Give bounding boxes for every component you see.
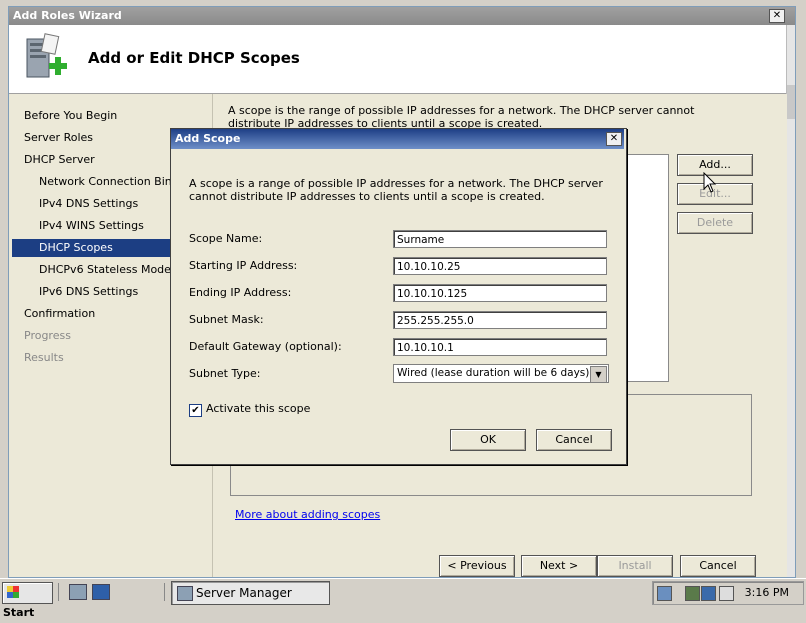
clock[interactable]: 3:16 PM: [745, 582, 789, 604]
show-desktop-icon[interactable]: [92, 584, 110, 600]
taskbar-separator: [164, 583, 165, 601]
wizard-cancel-button[interactable]: Cancel: [680, 555, 756, 577]
subnet-type-label: Subnet Type:: [189, 367, 261, 380]
taskbar: Start Server Manager 3:16 PM: [0, 578, 806, 619]
server-manager-quicklaunch-icon[interactable]: [69, 584, 87, 600]
server-add-icon: [26, 33, 67, 78]
wizard-title-bar[interactable]: Add Roles Wizard: [9, 7, 795, 25]
activate-scope-checkbox[interactable]: ✔: [189, 404, 202, 417]
more-about-scopes-link[interactable]: More about adding scopes: [235, 508, 380, 521]
install-button[interactable]: Install: [597, 555, 673, 577]
mouse-pointer-icon: [703, 172, 717, 193]
dialog-close-button[interactable]: ✕: [606, 132, 622, 146]
add-scope-dialog: Add Scope ✕ A scope is a range of possib…: [170, 128, 627, 465]
starting-ip-label: Starting IP Address:: [189, 259, 298, 272]
starting-ip-input[interactable]: 10.10.10.25: [393, 257, 607, 275]
subnet-type-value: Wired (lease duration will be 6 days): [397, 367, 590, 379]
default-gateway-label: Default Gateway (optional):: [189, 340, 342, 353]
previous-button[interactable]: < Previous: [439, 555, 515, 577]
wizard-header: Add or Edit DHCP Scopes: [9, 25, 787, 94]
default-gateway-input[interactable]: 10.10.10.1: [393, 338, 607, 356]
server-manager-icon: [177, 586, 193, 601]
scope-name-label: Scope Name:: [189, 232, 263, 245]
windows-logo-icon: [7, 586, 19, 598]
wizard-scrollbar[interactable]: [786, 25, 795, 577]
connection-tray-icon[interactable]: [701, 586, 716, 601]
ok-button[interactable]: OK: [450, 429, 526, 451]
start-button[interactable]: Start: [2, 582, 53, 619]
subnet-mask-label: Subnet Mask:: [189, 313, 264, 326]
taskbar-server-manager-button[interactable]: Server Manager: [171, 581, 330, 605]
taskbar-task-label: Server Manager: [196, 586, 292, 600]
power-tray-icon[interactable]: [685, 586, 700, 601]
next-button[interactable]: Next >: [521, 555, 597, 577]
dialog-description: A scope is a range of possible IP addres…: [189, 177, 603, 203]
volume-muted-icon[interactable]: [719, 586, 734, 601]
subnet-mask-input[interactable]: 255.255.255.0: [393, 311, 607, 329]
start-label: Start: [3, 606, 35, 619]
system-tray: 3:16 PM: [652, 581, 804, 605]
subnet-type-select[interactable]: Wired (lease duration will be 6 days) ▼: [393, 364, 609, 383]
scope-description: A scope is the range of possible IP addr…: [228, 104, 695, 130]
activate-scope-label[interactable]: Activate this scope: [206, 402, 310, 415]
page-title: Add or Edit DHCP Scopes: [88, 49, 300, 67]
ending-ip-label: Ending IP Address:: [189, 286, 292, 299]
network-tray-icon[interactable]: [657, 586, 672, 601]
nav-item-before-you-begin[interactable]: Before You Begin: [9, 107, 209, 125]
dialog-title-bar[interactable]: Add Scope: [171, 129, 624, 149]
ending-ip-input[interactable]: 10.10.10.125: [393, 284, 607, 302]
taskbar-separator: [58, 583, 59, 601]
dialog-cancel-button[interactable]: Cancel: [536, 429, 612, 451]
scope-name-input[interactable]: Surname: [393, 230, 607, 248]
scrollbar-thumb[interactable]: [787, 85, 795, 119]
wizard-title: Add Roles Wizard: [13, 9, 122, 22]
dialog-title: Add Scope: [175, 132, 241, 145]
scope-list[interactable]: [627, 154, 669, 382]
chevron-down-icon[interactable]: ▼: [590, 366, 607, 383]
wizard-close-button[interactable]: ✕: [769, 9, 785, 23]
delete-scope-button[interactable]: Delete: [677, 212, 753, 234]
